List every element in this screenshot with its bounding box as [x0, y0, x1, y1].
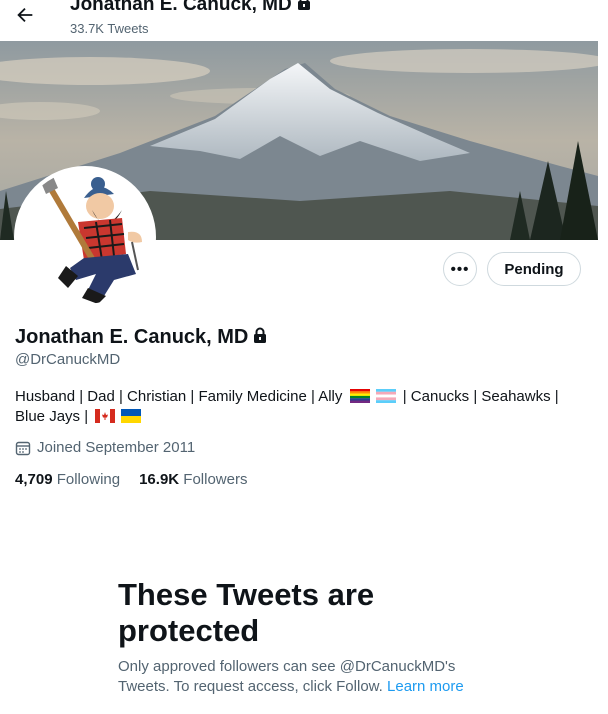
transgender-flag-icon	[375, 389, 396, 403]
arrow-left-icon	[17, 7, 33, 23]
header-title: Jonathan E. Canuck, MD	[70, 0, 312, 16]
back-button[interactable]	[14, 4, 38, 28]
profile-bio: Husband | Dad | Christian | Family Medic…	[15, 387, 575, 427]
followers-link[interactable]: 16.9K Followers	[139, 471, 247, 488]
following-count: 4,709	[15, 471, 53, 488]
followers-count: 16.9K	[139, 471, 180, 488]
joined-date: Joined September 2011	[15, 439, 195, 456]
protected-title: These Tweets are protected	[118, 577, 375, 648]
lock-icon	[297, 0, 310, 10]
ukraine-flag-icon	[121, 409, 142, 423]
learn-more-link[interactable]: Learn more	[387, 678, 464, 695]
calendar-icon	[15, 441, 31, 455]
more-options-button[interactable]: •••	[443, 252, 477, 286]
profile-name-text: Jonathan E. Canuck, MD	[15, 326, 249, 348]
bio-text-3: Blue Jays |	[15, 408, 89, 425]
profile-handle: @DrCanuckMD	[15, 351, 121, 368]
rainbow-flag-icon	[349, 389, 370, 403]
pending-follow-button[interactable]: Pending	[487, 252, 581, 286]
follow-stats: 4,709 Following 16.9K Followers	[15, 471, 247, 488]
bio-text-1: Husband | Dad | Christian | Family Medic…	[15, 388, 343, 405]
lumberjack-avatar-image	[18, 170, 152, 304]
tweet-count: 33.7K Tweets	[70, 21, 149, 36]
followers-label: Followers	[183, 471, 248, 488]
lock-icon	[254, 327, 267, 343]
canada-flag-icon	[95, 409, 116, 423]
profile-name: Jonathan E. Canuck, MD	[15, 326, 268, 349]
following-link[interactable]: 4,709 Following	[15, 471, 120, 488]
header-name-text: Jonathan E. Canuck, MD	[70, 0, 292, 15]
bio-text-2: | Canucks | Seahawks |	[402, 388, 559, 405]
profile-avatar[interactable]	[14, 166, 156, 308]
top-header: Jonathan E. Canuck, MD 33.7K Tweets	[0, 0, 608, 40]
protected-message: Only approved followers can see @DrCanuc…	[118, 657, 488, 697]
joined-text: Joined September 2011	[37, 439, 196, 456]
following-label: Following	[56, 471, 121, 488]
